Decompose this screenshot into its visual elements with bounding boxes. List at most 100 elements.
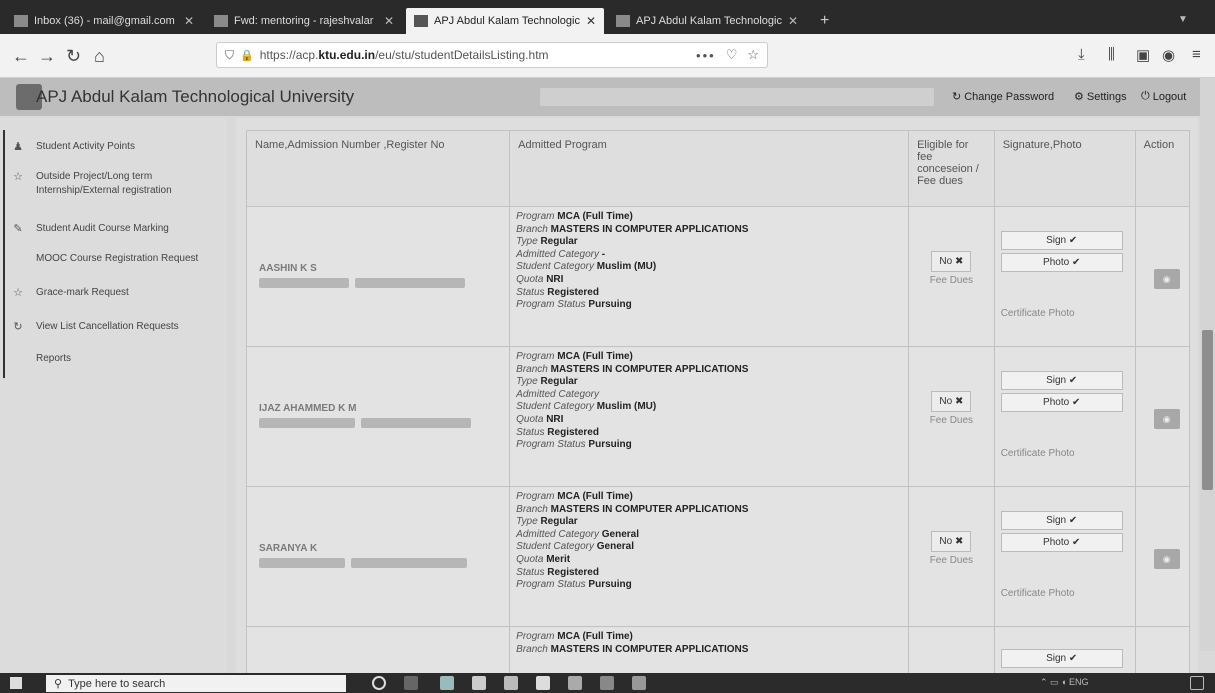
- browser-tab-1[interactable]: Inbox (36) - mail@gmail.com ✕: [6, 8, 202, 34]
- view-eye-icon[interactable]: ◉: [1153, 409, 1180, 429]
- home-icon[interactable]: ⌂: [94, 46, 105, 67]
- power-icon: ⏻: [1141, 90, 1150, 102]
- settings-link[interactable]: ⚙ Settings: [1074, 90, 1127, 104]
- certificate-photo-link[interactable]: Certificate Photo: [1001, 588, 1129, 599]
- browser-tab-3-active[interactable]: APJ Abdul Kalam Technologic ✕: [406, 8, 604, 34]
- cortana-icon[interactable]: [372, 676, 386, 690]
- url-domain: ktu.edu.in: [318, 48, 376, 62]
- close-tab-icon[interactable]: ✕: [580, 14, 596, 28]
- fee-concession-no-button[interactable]: No ✖: [931, 251, 972, 272]
- site-favicon-icon: [414, 15, 428, 27]
- logout-label: Logout: [1152, 90, 1187, 103]
- mail-app-icon[interactable]: [536, 676, 550, 690]
- notifications-icon[interactable]: [1190, 676, 1204, 690]
- photo-button[interactable]: Photo ✔: [1000, 393, 1123, 412]
- value-status: Registered: [547, 566, 599, 578]
- close-tab-icon[interactable]: ✕: [378, 14, 394, 28]
- task-view-icon[interactable]: [404, 676, 418, 690]
- bookmark-star-icon[interactable]: ☆: [747, 47, 759, 63]
- menu-hamburger-icon[interactable]: ≡: [1192, 46, 1201, 63]
- sidebar-item-reports[interactable]: Reports: [12, 352, 71, 366]
- sidebar-item-label: Grace-mark Request: [36, 287, 129, 298]
- label-student-category: Student Category: [516, 261, 594, 273]
- system-tray-icons[interactable]: ⌃ ▭ ◖ ENG: [1040, 677, 1089, 688]
- signature-cell: Sign ✔ Photo ✔ Certificate Photo: [993, 346, 1136, 487]
- mail-icon: [14, 15, 28, 27]
- label-quota: Quota: [516, 273, 544, 285]
- tab-label: APJ Abdul Kalam Technologic: [434, 15, 580, 27]
- language-indicator[interactable]: ENG: [1069, 677, 1089, 687]
- sidebar-item-grace-mark[interactable]: ☆ Grace-mark Request: [12, 286, 129, 300]
- library-icon[interactable]: ⫼: [1108, 46, 1115, 63]
- header-name: Name,Admission Number ,Register No: [245, 130, 511, 207]
- store-icon[interactable]: [472, 676, 486, 690]
- search-icon: ⚲: [54, 678, 63, 690]
- name-cell: SARANYA K: [245, 486, 511, 627]
- label-branch: Branch: [516, 363, 548, 375]
- certificate-photo-link[interactable]: Certificate Photo: [1001, 308, 1129, 319]
- windows-start-icon[interactable]: [10, 677, 22, 689]
- sidebar-item-mooc[interactable]: MOOC Course Registration Request: [12, 252, 198, 266]
- pinned-app-icon[interactable]: [568, 676, 582, 690]
- sidebar-item-cancellation[interactable]: ↻ View List Cancellation Requests: [12, 320, 178, 334]
- lock-icon[interactable]: 🔒: [240, 49, 254, 62]
- clock-widget[interactable]: [1108, 677, 1164, 684]
- taskbar-search-box[interactable]: ⚲ Type here to search: [46, 675, 346, 692]
- url-bar[interactable]: ⛉ 🔒 https://acp. ktu.edu.in/eu/stu/studen…: [216, 42, 768, 68]
- pinned-app-icon[interactable]: [632, 676, 646, 690]
- sidebar-item-outside-project[interactable]: ☆ Outside Project/Long term Internship/E…: [12, 170, 212, 198]
- back-arrow-icon[interactable]: ←: [12, 46, 30, 67]
- sidebar-item-audit-course[interactable]: ✎ Student Audit Course Marking: [12, 222, 168, 236]
- firefox-icon[interactable]: [600, 676, 614, 690]
- fee-concession-no-button[interactable]: No ✖: [931, 531, 972, 552]
- photo-button[interactable]: Photo ✔: [1000, 253, 1123, 272]
- shield-icon[interactable]: ⛉: [225, 48, 234, 63]
- register-number-badge: [361, 418, 471, 428]
- fee-dues-text: Fee Dues: [929, 555, 974, 566]
- logout-link[interactable]: ⏻ Logout: [1141, 90, 1186, 103]
- fee-concession-no-button[interactable]: No ✖: [931, 391, 972, 412]
- view-eye-icon[interactable]: ◉: [1153, 549, 1180, 569]
- value-branch: MASTERS IN COMPUTER APPLICATIONS: [550, 363, 749, 375]
- account-icon[interactable]: ◉: [1162, 46, 1175, 64]
- program-details: Program MCA (Full Time) Branch MASTERS I…: [516, 211, 902, 312]
- close-tab-icon[interactable]: ✕: [178, 14, 194, 28]
- sidebar-toggle-icon[interactable]: ▣: [1136, 46, 1150, 64]
- sign-button[interactable]: Sign ✔: [1000, 371, 1123, 390]
- download-icon[interactable]: ⤓: [1078, 46, 1085, 63]
- file-explorer-icon[interactable]: [504, 676, 518, 690]
- sign-button[interactable]: Sign ✔: [1000, 649, 1123, 668]
- photo-button[interactable]: Photo ✔: [1000, 533, 1123, 552]
- close-tab-icon[interactable]: ✕: [782, 14, 798, 28]
- reload-icon[interactable]: ↻: [66, 46, 81, 67]
- browser-tab-2[interactable]: Fwd: mentoring - rajeshvalar ✕: [206, 8, 402, 34]
- value-admitted-category: -: [601, 248, 606, 260]
- forward-arrow-icon[interactable]: →: [38, 46, 56, 67]
- sign-button[interactable]: Sign ✔: [1000, 511, 1123, 530]
- header-banner: [540, 88, 934, 106]
- new-tab-button[interactable]: +: [820, 12, 829, 30]
- value-student-category: Muslim (MU): [596, 401, 657, 413]
- change-password-label: Change Password: [964, 90, 1055, 103]
- label-program-status: Program Status: [516, 299, 586, 311]
- action-cell: ◉: [1134, 206, 1191, 347]
- edge-browser-icon[interactable]: [440, 676, 454, 690]
- browser-tab-4[interactable]: APJ Abdul Kalam Technologic ✕: [608, 8, 804, 34]
- action-cell: ◉: [1134, 486, 1191, 627]
- name-cell: IJAZ AHAMMED K M: [245, 346, 511, 487]
- label-status: Status: [516, 286, 545, 298]
- sidebar-item-activity-points[interactable]: ♟ Student Activity Points: [12, 140, 135, 154]
- tab-list-chevron-icon[interactable]: ▼: [1178, 14, 1188, 25]
- mail-icon: [214, 15, 228, 27]
- change-password-link[interactable]: ↻ Change Password: [952, 90, 1055, 104]
- page-scrollbar-thumb[interactable]: [1202, 330, 1213, 490]
- page-actions-menu[interactable]: •••: [696, 48, 716, 63]
- certificate-photo-link[interactable]: Certificate Photo: [1001, 448, 1129, 459]
- value-quota: Merit: [546, 553, 571, 565]
- sign-button[interactable]: Sign ✔: [1000, 231, 1123, 250]
- app-title[interactable]: APJ Abdul Kalam Technological University: [36, 87, 354, 107]
- value-program: MCA (Full Time): [557, 351, 633, 362]
- label-type: Type: [516, 376, 538, 388]
- view-eye-icon[interactable]: ◉: [1153, 269, 1180, 289]
- pocket-icon[interactable]: ♡: [726, 47, 738, 63]
